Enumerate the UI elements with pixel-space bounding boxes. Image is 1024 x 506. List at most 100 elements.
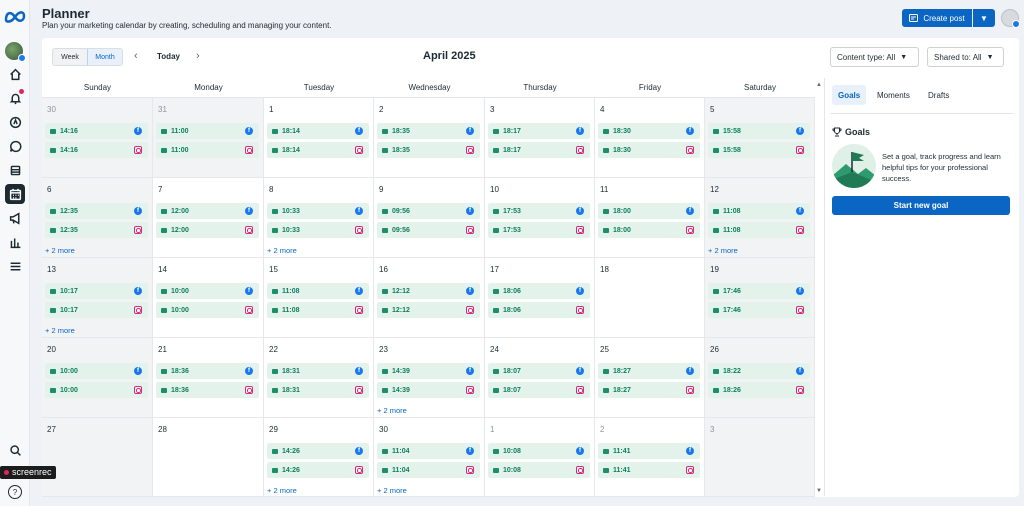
month-view-button[interactable]: Month <box>87 49 122 65</box>
scroll-down-arrow-icon[interactable]: ▼ <box>816 488 822 494</box>
scheduled-post-instagram[interactable]: 10:08 <box>488 462 590 478</box>
planner-calendar-icon[interactable] <box>5 184 25 204</box>
scheduled-post-facebook[interactable]: 09:56 f <box>377 203 480 219</box>
help-icon[interactable]: ? <box>8 485 22 499</box>
scheduled-post-facebook[interactable]: 18:06 f <box>488 283 590 299</box>
scheduled-post-facebook[interactable]: 17:53 f <box>488 203 590 219</box>
scheduled-post-facebook[interactable]: 18:22 f <box>708 363 810 379</box>
menu-icon[interactable] <box>5 256 25 276</box>
more-posts-link[interactable]: + 2 more <box>377 486 407 495</box>
scheduled-post-instagram[interactable]: 10:17 <box>45 302 148 318</box>
scroll-up-arrow-icon[interactable]: ▲ <box>816 82 822 88</box>
scheduled-post-instagram[interactable]: 14:26 <box>267 462 369 478</box>
scheduled-post-facebook[interactable]: 12:12 f <box>377 283 480 299</box>
scheduled-post-facebook[interactable]: 11:04 f <box>377 443 480 459</box>
day-cell[interactable] <box>705 418 815 497</box>
scheduled-post-instagram[interactable]: 12:35 <box>45 222 148 238</box>
scheduled-post-instagram[interactable]: 10:00 <box>45 382 148 398</box>
create-post-dropdown-button[interactable]: ▼ <box>973 9 995 27</box>
scheduled-post-instagram[interactable]: 17:46 <box>708 302 810 318</box>
scheduled-post-instagram[interactable]: 18:17 <box>488 142 590 158</box>
scheduled-post-instagram[interactable]: 18:07 <box>488 382 590 398</box>
day-cell[interactable] <box>42 418 153 497</box>
scheduled-post-instagram[interactable]: 18:00 <box>598 222 700 238</box>
scheduled-post-facebook[interactable]: 10:00 f <box>156 283 259 299</box>
scheduled-post-instagram[interactable]: 18:31 <box>267 382 369 398</box>
scheduled-post-facebook[interactable]: 11:41 f <box>598 443 700 459</box>
scheduled-post-instagram[interactable]: 12:12 <box>377 302 480 318</box>
scheduled-post-facebook[interactable]: 18:17 f <box>488 123 590 139</box>
notifications-icon[interactable] <box>5 88 25 108</box>
scheduled-post-instagram[interactable]: 18:06 <box>488 302 590 318</box>
scheduled-post-instagram[interactable]: 10:33 <box>267 222 369 238</box>
week-view-button[interactable]: Week <box>53 49 87 65</box>
more-posts-link[interactable]: + 2 more <box>267 486 297 495</box>
tab-goals[interactable]: Goals <box>832 85 867 105</box>
scheduled-post-facebook[interactable]: 10:17 f <box>45 283 148 299</box>
more-posts-link[interactable]: + 2 more <box>708 246 738 255</box>
scheduled-post-facebook[interactable]: 18:31 f <box>267 363 369 379</box>
page-avatar[interactable] <box>5 42 26 62</box>
scheduled-post-instagram[interactable]: 17:53 <box>488 222 590 238</box>
scheduled-post-instagram[interactable]: 15:58 <box>708 142 810 158</box>
scheduled-post-instagram[interactable]: 11:08 <box>708 222 810 238</box>
scheduled-post-instagram[interactable]: 18:36 <box>156 382 259 398</box>
day-cell[interactable] <box>153 418 264 497</box>
scheduled-post-facebook[interactable]: 14:26 f <box>267 443 369 459</box>
scheduled-post-instagram[interactable]: 18:26 <box>708 382 810 398</box>
day-cell[interactable] <box>595 258 705 338</box>
scheduled-post-facebook[interactable]: 14:39 f <box>377 363 480 379</box>
profile-avatar[interactable] <box>1001 9 1020 28</box>
scheduled-post-instagram[interactable]: 11:08 <box>267 302 369 318</box>
scheduled-post-facebook[interactable]: 18:00 f <box>598 203 700 219</box>
more-posts-link[interactable]: + 2 more <box>377 406 407 415</box>
search-icon[interactable] <box>5 440 25 460</box>
content-library-icon[interactable] <box>5 160 25 180</box>
more-posts-link[interactable]: + 2 more <box>267 246 297 255</box>
home-icon[interactable] <box>5 64 25 84</box>
scheduled-post-instagram[interactable]: 11:04 <box>377 462 480 478</box>
scheduled-post-facebook[interactable]: 18:35 f <box>377 123 480 139</box>
scheduled-post-facebook[interactable]: 18:36 f <box>156 363 259 379</box>
scheduled-post-facebook[interactable]: 18:07 f <box>488 363 590 379</box>
ads-megaphone-icon[interactable] <box>5 208 25 228</box>
scheduled-post-instagram[interactable]: 14:39 <box>377 382 480 398</box>
tab-moments[interactable]: Moments <box>871 85 916 105</box>
scheduled-post-facebook[interactable]: 10:00 f <box>45 363 148 379</box>
scheduled-post-facebook[interactable]: 11:08 f <box>708 203 810 219</box>
scheduled-post-instagram[interactable]: 09:56 <box>377 222 480 238</box>
insights-chart-icon[interactable] <box>5 232 25 252</box>
scheduled-post-facebook[interactable]: 18:30 f <box>598 123 700 139</box>
scheduled-post-facebook[interactable]: 17:46 f <box>708 283 810 299</box>
scheduled-post-instagram[interactable]: 10:00 <box>156 302 259 318</box>
compass-icon[interactable] <box>5 112 25 132</box>
scheduled-post-facebook[interactable]: 11:08 f <box>267 283 369 299</box>
more-posts-link[interactable]: + 2 more <box>45 326 75 335</box>
scheduled-post-facebook[interactable]: 18:14 f <box>267 123 369 139</box>
scheduled-post-facebook[interactable]: 14:16 f <box>45 123 148 139</box>
tab-drafts[interactable]: Drafts <box>922 85 955 105</box>
scheduled-post-instagram[interactable]: 14:16 <box>45 142 148 158</box>
content-type-filter[interactable]: Content type: All ▼ <box>830 47 919 67</box>
scheduled-post-instagram[interactable]: 18:35 <box>377 142 480 158</box>
scheduled-post-instagram[interactable]: 11:00 <box>156 142 259 158</box>
scheduled-post-facebook[interactable]: 10:33 f <box>267 203 369 219</box>
scheduled-post-facebook[interactable]: 10:08 f <box>488 443 590 459</box>
more-posts-link[interactable]: + 2 more <box>45 246 75 255</box>
shared-to-filter[interactable]: Shared to: All ▼ <box>927 47 1004 67</box>
scheduled-post-instagram[interactable]: 12:00 <box>156 222 259 238</box>
inbox-chat-icon[interactable] <box>5 136 25 156</box>
scheduled-post-facebook[interactable]: 18:27 f <box>598 363 700 379</box>
today-button[interactable]: Today <box>157 52 180 61</box>
scheduled-post-facebook[interactable]: 12:00 f <box>156 203 259 219</box>
create-post-button[interactable]: Create post <box>902 9 972 27</box>
scheduled-post-facebook[interactable]: 15:58 f <box>708 123 810 139</box>
scheduled-post-instagram[interactable]: 18:14 <box>267 142 369 158</box>
start-new-goal-button[interactable]: Start new goal <box>832 196 1010 215</box>
scheduled-post-facebook[interactable]: 12:35 f <box>45 203 148 219</box>
previous-month-chevron-icon[interactable]: ‹ <box>134 50 138 62</box>
scheduled-post-facebook[interactable]: 11:00 f <box>156 123 259 139</box>
scheduled-post-instagram[interactable]: 11:41 <box>598 462 700 478</box>
scheduled-post-instagram[interactable]: 18:27 <box>598 382 700 398</box>
next-month-chevron-icon[interactable]: › <box>196 50 200 62</box>
